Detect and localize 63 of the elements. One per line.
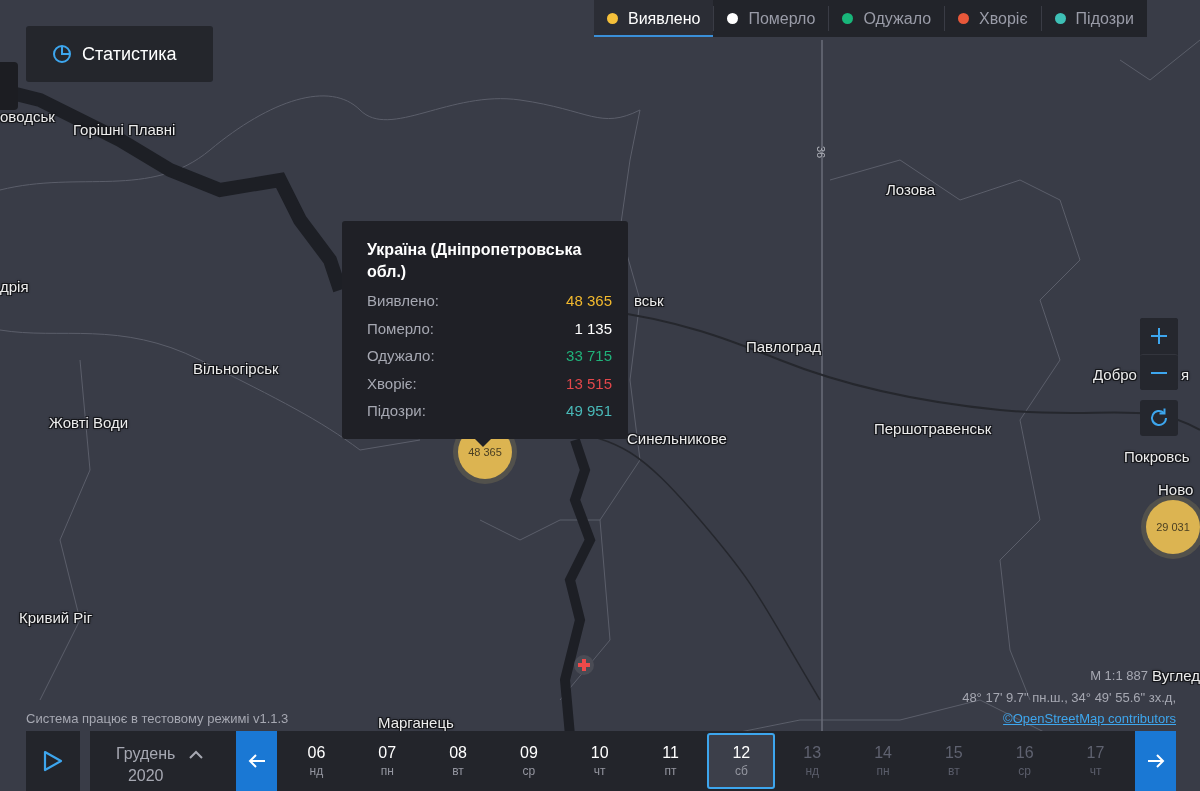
place-label: Першотравенськ	[874, 420, 992, 437]
stat-value: 13 515	[566, 373, 612, 394]
stat-value: 1 135	[574, 318, 612, 339]
hospital-cross-icon[interactable]	[573, 654, 595, 676]
place-label: Кривий Ріг	[19, 609, 93, 626]
legend-tab[interactable]: Померло	[714, 0, 829, 37]
tooltip-title: Україна (Дніпропетровська обл.)	[367, 240, 583, 282]
day-button[interactable]: 07 пн	[353, 733, 422, 789]
place-label: оводськ	[0, 108, 55, 125]
legend-tab[interactable]: Виявлено	[594, 0, 714, 37]
place-label: Марганець	[378, 714, 454, 731]
stat-label: Хворіє:	[367, 373, 417, 394]
day-button[interactable]: 09 ср	[494, 733, 563, 789]
day-button[interactable]: 08 вт	[424, 733, 493, 789]
play-icon	[43, 750, 63, 772]
zoom-out-button[interactable]	[1140, 354, 1178, 390]
place-label: Вільногірськ	[193, 360, 279, 377]
place-label: Горішні Плавні	[73, 121, 176, 138]
place-label: Добро	[1093, 366, 1137, 383]
next-day-button[interactable]	[1135, 731, 1176, 791]
previous-day-button[interactable]	[236, 731, 277, 791]
place-label: Ново	[1158, 481, 1194, 498]
pie-chart-icon	[52, 44, 72, 64]
stat-value: 48 365	[566, 291, 612, 311]
stat-label: Одужало:	[367, 346, 435, 366]
play-button[interactable]	[26, 731, 80, 791]
stat-label: Померло:	[367, 318, 435, 339]
attribution-link[interactable]: ©OpenStreetMap contributors	[1003, 711, 1176, 726]
place-label: дрія	[0, 278, 29, 295]
place-label: Синельникове	[627, 430, 727, 447]
stat-value: 33 715	[566, 346, 612, 366]
stat-label: Підозри:	[367, 401, 426, 421]
legend-tab[interactable]: Одужало	[829, 0, 945, 37]
place-label: Жовті Води	[49, 414, 129, 431]
legend-tab[interactable]: Хворіє	[945, 0, 1041, 37]
caret-up-icon	[189, 750, 204, 759]
minus-icon	[1150, 371, 1168, 374]
road-number: 36	[815, 145, 828, 159]
reset-view-button[interactable]	[1140, 400, 1178, 436]
month-selector[interactable]: Грудень 2020	[90, 731, 236, 791]
month-label: Грудень	[116, 744, 176, 764]
place-label: Покровсь	[1124, 448, 1190, 465]
place-label: Вуглед	[1152, 667, 1200, 684]
test-mode-notice: Система працює в тестовому режимі v1.1.3	[26, 711, 289, 726]
cursor-coordinates: 48° 17' 9.7" пн.ш., 34° 49' 55.6" зх.д,	[962, 690, 1176, 705]
legend-tab[interactable]: Підозри	[1041, 0, 1147, 37]
arrow-right-icon	[1146, 753, 1165, 769]
place-label: вськ	[634, 292, 664, 309]
stat-label: Виявлено:	[367, 291, 440, 311]
statistics-button[interactable]: Статистика	[26, 26, 213, 82]
plus-icon	[1150, 327, 1168, 345]
day-button[interactable]: 10 чт	[565, 733, 634, 789]
day-button[interactable]: 11 пт	[636, 733, 705, 789]
day-button[interactable]: 06 нд	[282, 733, 351, 789]
arrow-left-icon	[247, 753, 266, 769]
day-button[interactable]: 12 сб	[707, 733, 776, 789]
place-label: я	[1181, 366, 1190, 383]
stat-value: 49 951	[566, 401, 612, 421]
refresh-icon	[1148, 407, 1170, 429]
map-scale: М 1:1 887	[1090, 668, 1148, 683]
year-label: 2020	[126, 766, 165, 786]
place-label: Павлоград	[746, 338, 821, 355]
place-label: Лозова	[886, 181, 936, 198]
